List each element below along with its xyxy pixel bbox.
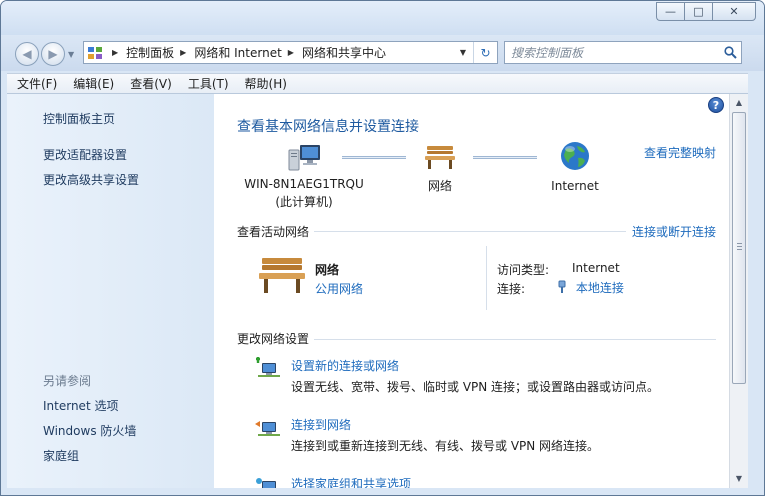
network-label: 网络 bbox=[427, 179, 452, 193]
task-title[interactable]: 设置新的连接或网络 bbox=[291, 357, 399, 374]
access-type-label: 访问类型: bbox=[497, 263, 550, 277]
maximize-button[interactable]: □ bbox=[684, 2, 712, 21]
sidebar-link-control-panel-home[interactable]: 控制面板主页 bbox=[43, 110, 115, 127]
menu-tools[interactable]: 工具(T) bbox=[180, 75, 237, 92]
local-connection-link[interactable]: 本地连接 bbox=[556, 279, 624, 296]
caption-buttons: — □ ✕ bbox=[656, 2, 756, 21]
task-pane: 控制面板主页 更改适配器设置 更改高级共享设置 另请参阅 Internet 选项… bbox=[7, 94, 214, 488]
homegroup-icon bbox=[256, 478, 276, 488]
computer-name: WIN-8N1AEG1TRQU bbox=[244, 177, 364, 191]
search-icon[interactable] bbox=[719, 42, 741, 63]
sidebar-link-internet-options[interactable]: Internet 选项 bbox=[43, 397, 118, 414]
network-type-link[interactable]: 公用网络 bbox=[315, 280, 363, 297]
breadcrumb-sharing-center[interactable]: 网络和共享中心 bbox=[302, 44, 386, 61]
page-title: 查看基本网络信息并设置连接 bbox=[237, 119, 419, 135]
address-bar[interactable]: ▶ 控制面板 ▶ 网络和 Internet ▶ 网络和共享中心 ▼ ↻ bbox=[83, 41, 498, 64]
navigation-bar: ◀ ▶ ▼ ▶ 控制面板 ▶ 网络和 Internet ▶ 网络和共享中心 ▼ … bbox=[1, 35, 764, 71]
breadcrumb-control-panel[interactable]: 控制面板 bbox=[126, 44, 174, 61]
breadcrumb-arrow-icon[interactable]: ▶ bbox=[180, 48, 186, 57]
change-settings-header: 更改网络设置 bbox=[237, 332, 310, 346]
breadcrumb-network-internet[interactable]: 网络和 Internet bbox=[194, 44, 281, 61]
main-content: ? 查看基本网络信息并设置连接 查看完整映射 WIN-8N1AEG1TRQU (… bbox=[214, 94, 729, 488]
menu-view[interactable]: 查看(V) bbox=[122, 75, 180, 92]
task-title[interactable]: 选择家庭组和共享选项 bbox=[291, 475, 411, 488]
scroll-thumb[interactable] bbox=[732, 112, 746, 384]
task-description: 连接到或重新连接到无线、有线、拨号或 VPN 网络连接。 bbox=[291, 439, 600, 453]
sidebar-link-advanced-sharing[interactable]: 更改高级共享设置 bbox=[43, 171, 139, 188]
map-connector-line bbox=[342, 156, 406, 159]
computer-subtitle: (此计算机) bbox=[275, 195, 333, 209]
title-bar: — □ ✕ bbox=[1, 1, 764, 35]
view-full-map-link[interactable]: 查看完整映射 bbox=[644, 144, 716, 161]
menu-edit[interactable]: 编辑(E) bbox=[65, 75, 122, 92]
internet-label: Internet bbox=[551, 179, 599, 193]
bench-icon bbox=[259, 258, 305, 293]
computer-icon bbox=[288, 145, 320, 171]
back-button[interactable]: ◀ bbox=[15, 42, 39, 66]
refresh-button[interactable]: ↻ bbox=[473, 42, 497, 63]
section-divider bbox=[314, 231, 626, 232]
map-node-network[interactable]: 网络 bbox=[410, 142, 470, 194]
forward-button[interactable]: ▶ bbox=[41, 42, 65, 66]
help-icon[interactable]: ? bbox=[708, 97, 724, 113]
connect-disconnect-link[interactable]: 连接或断开连接 bbox=[632, 223, 716, 240]
connect-network-icon bbox=[255, 421, 280, 436]
address-dropdown-button[interactable]: ▼ bbox=[455, 42, 471, 63]
map-connector-line bbox=[473, 156, 537, 159]
control-panel-icon bbox=[84, 42, 106, 63]
menu-file[interactable]: 文件(F) bbox=[7, 75, 65, 92]
control-panel-window: — □ ✕ ◀ ▶ ▼ ▶ 控制面板 ▶ 网络和 Internet ▶ 网络和共… bbox=[0, 0, 765, 496]
new-connection-icon bbox=[256, 357, 280, 377]
local-connection-text[interactable]: 本地连接 bbox=[576, 281, 624, 295]
scroll-up-button[interactable]: ▲ bbox=[730, 94, 748, 111]
globe-icon bbox=[561, 142, 589, 170]
sidebar-link-homegroup[interactable]: 家庭组 bbox=[43, 447, 79, 464]
task-description: 设置无线、宽带、拨号、临时或 VPN 连接；或设置路由器或访问点。 bbox=[291, 380, 660, 394]
minimize-button[interactable]: — bbox=[656, 2, 684, 21]
vertical-divider bbox=[486, 246, 487, 310]
menu-help[interactable]: 帮助(H) bbox=[237, 75, 295, 92]
connections-label: 连接: bbox=[497, 282, 526, 296]
vertical-scrollbar[interactable]: ▲ ▼ bbox=[729, 94, 748, 488]
active-network-name: 网络 bbox=[315, 263, 340, 277]
close-button[interactable]: ✕ bbox=[712, 2, 756, 21]
bench-icon bbox=[425, 146, 455, 169]
sidebar-link-adapter-settings[interactable]: 更改适配器设置 bbox=[43, 146, 127, 163]
task-title[interactable]: 连接到网络 bbox=[291, 416, 351, 433]
active-networks-header: 查看活动网络 bbox=[237, 225, 310, 239]
breadcrumb-arrow-icon[interactable]: ▶ bbox=[112, 48, 118, 57]
breadcrumb-arrow-icon[interactable]: ▶ bbox=[288, 48, 294, 57]
sidebar-link-windows-firewall[interactable]: Windows 防火墙 bbox=[43, 422, 136, 439]
section-divider bbox=[314, 339, 716, 340]
scroll-grip bbox=[737, 243, 742, 250]
ethernet-plug-icon bbox=[558, 280, 566, 293]
scroll-down-button[interactable]: ▼ bbox=[730, 470, 748, 487]
access-type-value: Internet bbox=[572, 261, 620, 275]
map-node-computer: WIN-8N1AEG1TRQU (此计算机) bbox=[244, 142, 364, 210]
map-node-internet[interactable]: Internet bbox=[540, 140, 610, 193]
menu-bar: 文件(F) 编辑(E) 查看(V) 工具(T) 帮助(H) bbox=[7, 73, 748, 94]
search-input[interactable]: 搜索控制面板 bbox=[505, 44, 719, 61]
recent-pages-dropdown[interactable]: ▼ bbox=[68, 50, 74, 59]
see-also-header: 另请参阅 bbox=[43, 374, 92, 388]
search-box[interactable]: 搜索控制面板 bbox=[504, 41, 742, 64]
